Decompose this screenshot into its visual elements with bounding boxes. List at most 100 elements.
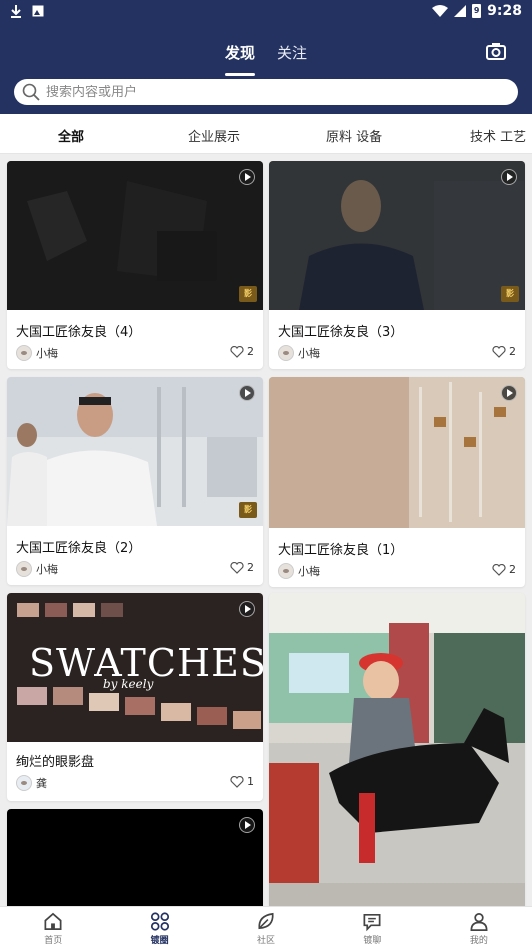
author-name: 龚 xyxy=(36,777,47,790)
avatar xyxy=(16,775,32,791)
card-author[interactable]: 小梅 xyxy=(278,345,320,361)
thumbnail-image xyxy=(7,161,263,310)
card-author[interactable]: 小梅 xyxy=(278,563,320,579)
play-icon xyxy=(239,817,255,833)
signal-icon xyxy=(454,5,467,17)
content-feed[interactable]: 影 大国工匠徐友良（4） 小梅 2 影 大国工匠徐友良（3） 小梅 2 影 大国… xyxy=(0,155,532,907)
bottom-navigation: 首页 镀圈 社区 镀聊 我的 xyxy=(0,906,532,946)
category-tech-process[interactable]: 技术 工艺 xyxy=(470,126,526,145)
play-icon xyxy=(239,385,255,401)
author-name: 小梅 xyxy=(36,347,58,360)
card-title: 大国工匠徐友良（3） xyxy=(278,325,404,340)
chat-icon xyxy=(363,913,381,932)
channel-watermark: 影 xyxy=(239,286,257,302)
feed-card[interactable]: 影 大国工匠徐友良（4） 小梅 2 xyxy=(7,161,263,369)
category-all[interactable]: 全部 xyxy=(58,126,84,145)
nav-circle[interactable]: 镀圈 xyxy=(106,907,212,946)
heart-icon xyxy=(230,345,244,358)
battery-icon: 9 xyxy=(472,4,482,18)
search-icon xyxy=(22,83,40,101)
nav-label: 首页 xyxy=(44,936,63,946)
nav-chat[interactable]: 镀聊 xyxy=(319,907,425,946)
heart-icon xyxy=(230,775,244,788)
app-header: 9 9:28 发现 关注 xyxy=(0,0,532,114)
nav-profile[interactable]: 我的 xyxy=(426,907,532,946)
card-title: 绚烂的眼影盘 xyxy=(16,755,95,770)
category-enterprise[interactable]: 企业展示 xyxy=(188,126,240,145)
clock-time: 9:28 xyxy=(487,3,522,19)
heart-icon xyxy=(492,563,506,576)
like-count: 2 xyxy=(509,345,516,358)
nav-label: 镀聊 xyxy=(363,936,382,946)
author-name: 小梅 xyxy=(298,565,320,578)
video-thumbnail[interactable]: 影 xyxy=(7,377,263,526)
like-count: 1 xyxy=(247,775,254,788)
channel-watermark: 影 xyxy=(501,286,519,302)
search-input[interactable] xyxy=(46,84,486,100)
feed-card[interactable] xyxy=(7,809,263,907)
wifi-icon xyxy=(432,5,449,17)
battery-level: 9 xyxy=(473,6,480,15)
author-name: 小梅 xyxy=(36,563,58,576)
profile-icon xyxy=(470,913,488,931)
card-author[interactable]: 龚 xyxy=(16,775,47,791)
feed-card[interactable] xyxy=(269,593,525,907)
video-thumbnail[interactable] xyxy=(7,809,263,907)
play-icon xyxy=(501,385,517,401)
tab-follow[interactable]: 关注 xyxy=(275,40,309,70)
nav-home[interactable]: 首页 xyxy=(0,907,106,946)
photo-thumbnail[interactable] xyxy=(269,593,525,907)
status-bar: 9 9:28 xyxy=(0,0,532,24)
camera-icon[interactable] xyxy=(486,42,506,60)
heart-icon xyxy=(230,561,244,574)
card-title: 大国工匠徐友良（4） xyxy=(16,325,142,340)
card-title: 大国工匠徐友良（1） xyxy=(278,543,404,558)
home-icon xyxy=(44,912,62,930)
category-bar: 全部 企业展示 原料 设备 技术 工艺 xyxy=(0,114,532,154)
feed-card[interactable]: 影 大国工匠徐友良（3） 小梅 2 xyxy=(269,161,525,369)
author-name: 小梅 xyxy=(298,347,320,360)
thumbnail-image xyxy=(269,593,525,907)
like-counter[interactable]: 1 xyxy=(230,775,254,788)
nav-label: 社区 xyxy=(257,936,276,946)
card-author[interactable]: 小梅 xyxy=(16,561,58,577)
like-count: 2 xyxy=(247,561,254,574)
thumbnail-image xyxy=(7,377,263,526)
like-counter[interactable]: 2 xyxy=(492,563,516,576)
like-count: 2 xyxy=(509,563,516,576)
thumbnail-image xyxy=(269,377,525,528)
channel-watermark: 影 xyxy=(239,502,257,518)
video-thumbnail[interactable] xyxy=(269,377,525,528)
thumbnail-overlay-subtitle: by keely xyxy=(103,677,154,691)
feed-card[interactable]: SWATCHES by keely 绚烂的眼影盘 龚 1 xyxy=(7,593,263,801)
tab-discover[interactable]: 发现 xyxy=(223,40,257,76)
card-title: 大国工匠徐友良（2） xyxy=(16,541,142,556)
avatar xyxy=(16,561,32,577)
feed-card[interactable]: 大国工匠徐友良（1） 小梅 2 xyxy=(269,377,525,587)
thumbnail-image xyxy=(269,161,525,310)
avatar xyxy=(278,345,294,361)
nav-label: 我的 xyxy=(469,936,488,946)
download-icon xyxy=(11,5,21,18)
like-count: 2 xyxy=(247,345,254,358)
avatar xyxy=(16,345,32,361)
video-thumbnail[interactable]: SWATCHES by keely xyxy=(7,593,263,742)
like-counter[interactable]: 2 xyxy=(492,345,516,358)
play-icon xyxy=(239,601,255,617)
category-materials-equipment[interactable]: 原料 设备 xyxy=(326,126,382,145)
play-icon xyxy=(239,169,255,185)
top-tab-bar: 发现 关注 xyxy=(0,40,532,76)
like-counter[interactable]: 2 xyxy=(230,561,254,574)
community-leaf-icon xyxy=(258,912,274,930)
gallery-icon xyxy=(32,5,44,17)
card-author[interactable]: 小梅 xyxy=(16,345,58,361)
search-bar[interactable] xyxy=(14,79,518,105)
video-thumbnail[interactable]: 影 xyxy=(7,161,263,310)
like-counter[interactable]: 2 xyxy=(230,345,254,358)
play-icon xyxy=(501,169,517,185)
feed-card[interactable]: 影 大国工匠徐友良（2） 小梅 2 xyxy=(7,377,263,585)
nav-label: 镀圈 xyxy=(150,936,169,946)
nav-community[interactable]: 社区 xyxy=(213,907,319,946)
heart-icon xyxy=(492,345,506,358)
video-thumbnail[interactable]: 影 xyxy=(269,161,525,310)
